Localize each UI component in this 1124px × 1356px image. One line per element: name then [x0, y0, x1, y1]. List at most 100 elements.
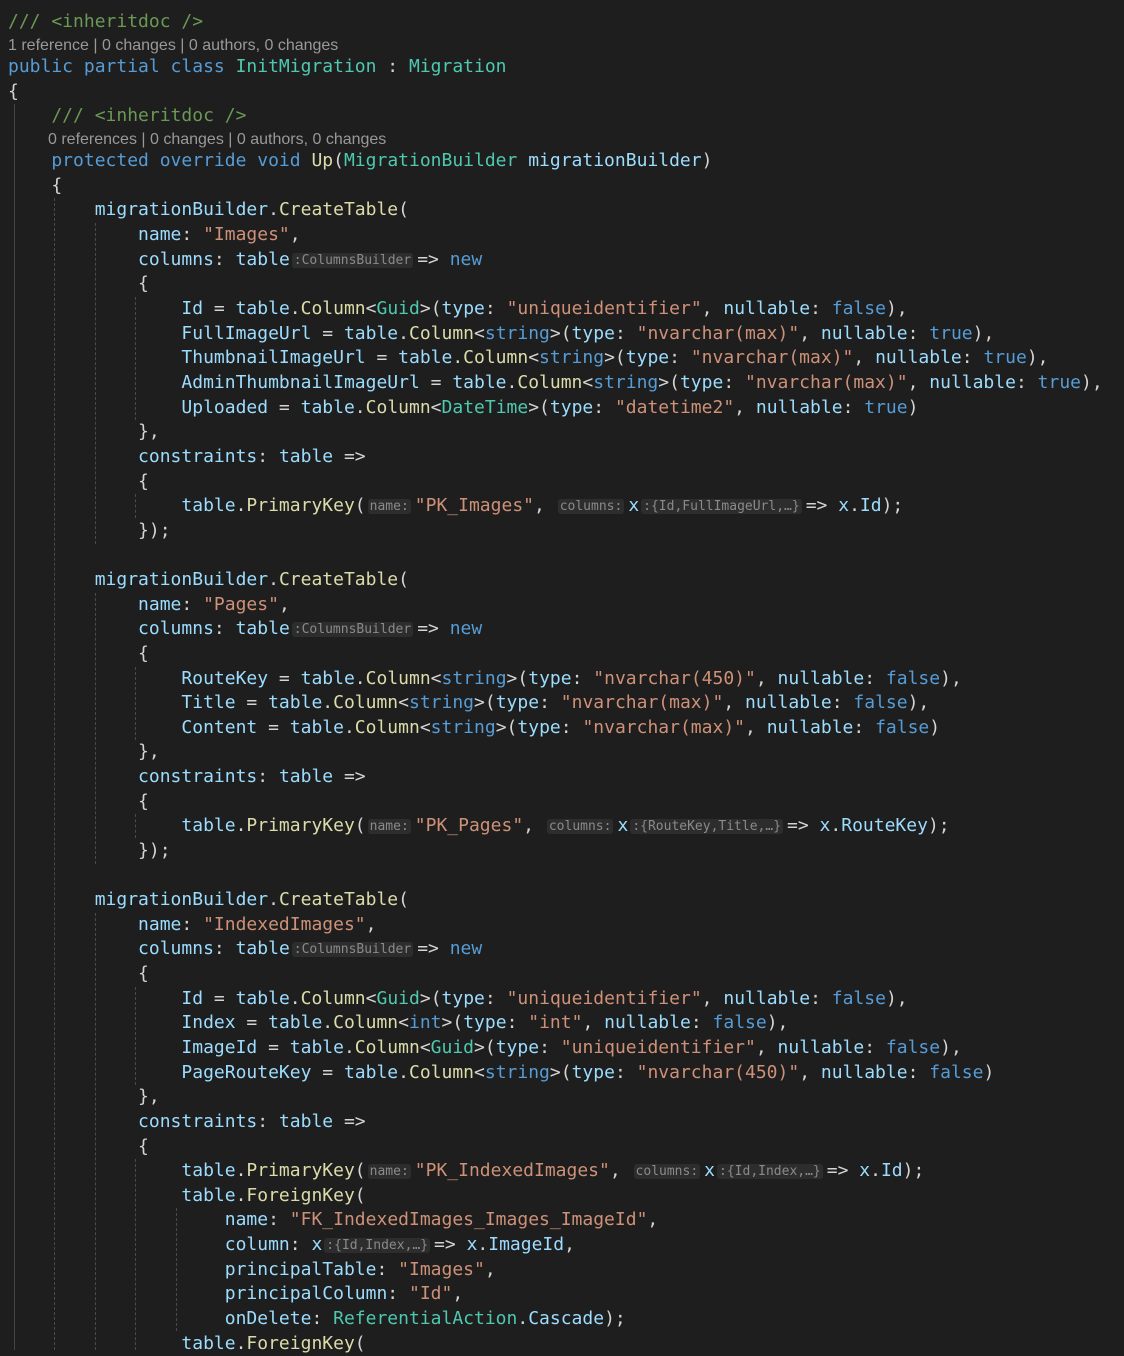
code-token: nullable: [723, 298, 811, 319]
code-token: type: [528, 668, 572, 689]
code-token: ): [983, 1062, 995, 1083]
code-token: =: [268, 397, 301, 418]
code-line: table.PrimaryKey(name: "PK_Images", colum…: [8, 494, 1124, 518]
code-line: migrationBuilder.CreateTable(: [8, 568, 1124, 592]
code-token: >(: [604, 347, 626, 368]
code-token: =: [311, 323, 344, 344]
code-token: :: [810, 298, 832, 319]
code-line: columns: table:ColumnsBuilder => new: [8, 248, 1124, 272]
code-token: {: [8, 471, 149, 492]
code-token: nullable: [755, 397, 843, 418]
code-token: nullable: [777, 668, 865, 689]
code-token: Title: [8, 692, 236, 713]
code-token: Column: [354, 1037, 420, 1058]
code-token: "nvarchar(max)": [636, 323, 800, 344]
code-token: :: [669, 347, 691, 368]
code-line: /// <inheritdoc />: [8, 10, 1124, 34]
code-token: .: [235, 815, 247, 836]
code-token: >(: [549, 1062, 572, 1083]
code-token: ImageId: [8, 1037, 258, 1058]
code-token: "nvarchar(max)": [582, 717, 745, 738]
code-token: Column: [408, 323, 475, 344]
code-token: :: [484, 298, 507, 319]
code-token: table: [235, 298, 290, 319]
code-token: ForeignKey: [246, 1333, 355, 1354]
code-token: constraints: [8, 766, 258, 787]
code-token: ,: [907, 372, 930, 393]
code-token: >(: [419, 988, 442, 1009]
code-token: Column: [300, 988, 366, 1009]
code-token: >(: [441, 1012, 464, 1033]
code-token: table: [289, 717, 344, 738]
code-token: :: [311, 1308, 334, 1329]
code-token: :: [864, 668, 886, 689]
code-token: table: [452, 372, 507, 393]
code-token: "nvarchar(450)": [636, 1062, 800, 1083]
code-token: =: [257, 1037, 290, 1058]
code-token: .: [398, 323, 409, 344]
code-token: .: [235, 1185, 247, 1206]
code-token: table: [398, 347, 453, 368]
codelens-info[interactable]: 1 reference | 0 changes | 0 authors, 0 c…: [8, 35, 1124, 57]
inlay-hint: :{Id,Index,…}: [324, 1238, 431, 1253]
code-token: CreateTable: [278, 569, 399, 590]
code-token: x: [704, 1160, 716, 1181]
code-token: columns: [8, 938, 214, 959]
code-token: string: [484, 1062, 550, 1083]
code-token: Migration: [408, 56, 507, 77]
code-token: =>: [333, 1111, 366, 1132]
code-token: Uploaded: [8, 397, 269, 418]
code-token: ),: [940, 1037, 962, 1058]
code-token: "int": [528, 1012, 583, 1033]
code-token: table: [235, 938, 290, 959]
code-token: ),: [1026, 347, 1049, 368]
code-token: (: [354, 815, 366, 836]
code-line: constraints: table =>: [8, 445, 1124, 469]
code-token: <: [582, 372, 594, 393]
code-token: string: [441, 668, 507, 689]
code-token: PageRouteKey: [8, 1062, 312, 1083]
code-token: ,: [609, 1160, 632, 1181]
code-token: ),: [972, 323, 995, 344]
code-token: ThumbnailImageUrl: [8, 347, 366, 368]
code-token: true: [983, 347, 1027, 368]
code-token: table: [289, 1037, 344, 1058]
code-token: name: [8, 914, 182, 935]
code-token: "IndexedImages": [203, 914, 366, 935]
code-token: table: [8, 1160, 236, 1181]
code-token: table: [8, 1185, 236, 1206]
code-line: constraints: table =>: [8, 765, 1124, 789]
code-token: nullable: [929, 372, 1016, 393]
code-token: ),: [885, 988, 908, 1009]
code-token: false: [929, 1062, 984, 1083]
inlay-hint: name:: [367, 1164, 411, 1179]
code-token: :: [723, 372, 745, 393]
code-token: :: [506, 1012, 529, 1033]
code-token: ),: [766, 1012, 789, 1033]
code-token: Column: [408, 1062, 475, 1083]
code-token: type: [463, 1012, 507, 1033]
code-token: nullable: [766, 717, 854, 738]
code-token: :: [907, 1062, 930, 1083]
code-line: {: [8, 272, 1124, 296]
code-editor[interactable]: /// <inheritdoc /> 1 reference | 0 change…: [0, 0, 1124, 1354]
inlay-hint: :{Id,FullImageUrl,…}: [641, 499, 802, 514]
codelens-info[interactable]: 0 references | 0 changes | 0 authors, 0 …: [48, 129, 1124, 151]
code-token: .: [322, 1012, 334, 1033]
code-token: ,: [701, 298, 724, 319]
code-token: .: [517, 1308, 529, 1329]
code-token: x: [628, 495, 640, 516]
code-token: =: [419, 372, 453, 393]
code-token: MigrationBuilder: [343, 150, 518, 171]
code-token: PrimaryKey: [246, 495, 355, 516]
code-token: ,: [534, 495, 556, 516]
code-line: {: [8, 174, 1124, 198]
code-token: "PK_Pages": [414, 815, 524, 836]
code-token: (: [333, 150, 344, 171]
code-token: <: [365, 298, 377, 319]
code-line: PageRouteKey = table.Column<string>(type…: [8, 1061, 1124, 1085]
code-token: },: [8, 741, 160, 762]
code-token: table: [235, 249, 290, 270]
code-token: =>: [417, 249, 450, 270]
code-token: CreateTable: [278, 199, 399, 220]
